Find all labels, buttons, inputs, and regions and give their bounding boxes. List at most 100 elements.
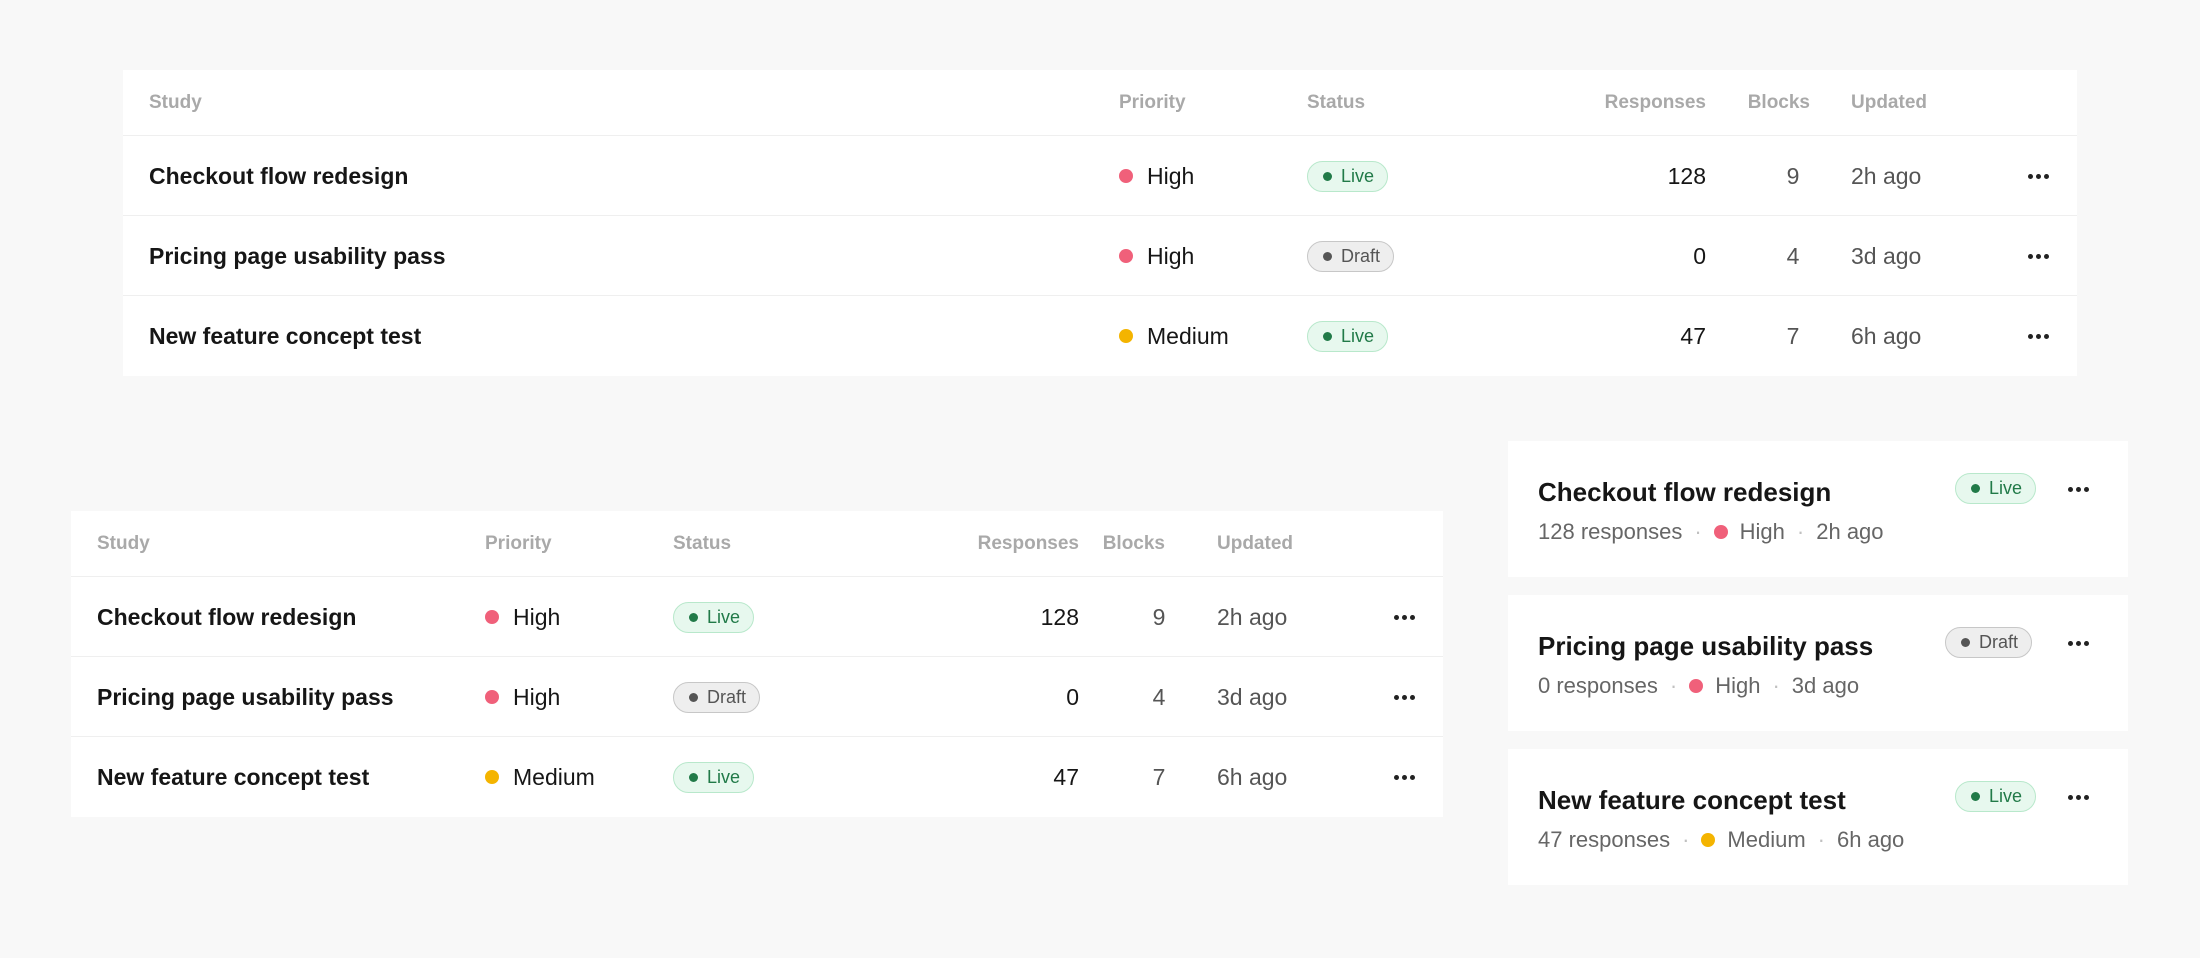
study-name[interactable]: Checkout flow redesign [149,136,408,216]
study-name[interactable]: New feature concept test [149,296,421,376]
status-badge: Live [1955,781,2037,812]
responses-count: 0 [1066,683,1079,710]
status-dot [689,612,698,622]
blocks-count: 4 [1152,683,1166,710]
more-horizontal-icon[interactable] [1388,761,1420,793]
row-menu-cell [1388,657,1420,737]
row-menu-cell [2022,216,2054,296]
priority-label: Medium [1147,322,1229,349]
row-menu-cell [2022,136,2054,216]
priority-dot [1689,679,1704,693]
table-row[interactable]: Checkout flow redesign High Live 128 9 2… [123,136,2077,216]
priority-cell: High [485,577,560,657]
updated-time: 6h ago [1851,322,1922,349]
priority-cell: Medium [1119,296,1229,376]
status-dot [689,692,698,702]
status-dot [1971,484,1980,493]
updated-time: 2h ago [1851,162,1922,189]
blocks-count: 4 [1786,242,1800,269]
table-row[interactable]: New feature concept test Medium Live 47 … [71,737,1443,817]
separator-dot: · [1682,827,1690,852]
more-horizontal-icon[interactable] [2022,240,2054,272]
blocks-count: 7 [1786,322,1800,349]
priority-dot [1119,249,1133,263]
responses-text: 47 responses [1538,827,1671,852]
updated-time: 2h ago [1816,519,1884,544]
status-dot [1323,331,1332,341]
priority-dot [1119,329,1133,343]
column-header-study[interactable]: Study [97,511,150,577]
column-header-blocks[interactable]: Blocks [1081,511,1165,577]
priority-dot [485,610,499,624]
column-header-responses[interactable]: Responses [919,511,1079,577]
priority-dot [1119,169,1133,183]
more-horizontal-icon[interactable] [2062,627,2094,659]
table-header: Study Priority Status Responses Blocks U… [123,70,2077,136]
status-cell: Live [1307,136,1389,216]
more-horizontal-icon[interactable] [2062,473,2094,505]
status-dot [1323,171,1332,181]
updated-time: 3d ago [1217,683,1288,710]
separator-dot: · [1796,519,1805,544]
column-header-study[interactable]: Study [149,70,202,136]
status-dot [689,772,698,782]
priority-label: High [513,683,561,710]
more-horizontal-icon[interactable] [2022,160,2054,192]
blocks-count: 7 [1152,763,1166,790]
more-horizontal-icon[interactable] [1388,681,1420,713]
column-header-priority[interactable]: Priority [485,511,552,577]
status-cell: Draft [1307,216,1395,296]
study-name[interactable]: Pricing page usability pass [149,216,446,296]
responses-count: 128 [1667,162,1706,189]
status-label: Draft [1341,245,1381,266]
priority-label: High [513,603,561,630]
status-badge: Live [1955,473,2037,504]
column-header-status[interactable]: Status [1307,70,1365,136]
row-menu-cell [2022,296,2054,376]
column-header-priority[interactable]: Priority [1119,70,1186,136]
study-name[interactable]: Pricing page usability pass [1538,631,1873,662]
column-header-updated[interactable]: Updated [1217,511,1293,577]
more-horizontal-icon[interactable] [2062,781,2094,813]
priority-cell: High [485,657,560,737]
status-label: Draft [707,686,747,707]
priority-cell: High [1119,216,1194,296]
card-meta: 47 responses · Medium · 6h ago [1538,827,1904,853]
table-row[interactable]: Checkout flow redesign High Live 128 9 2… [71,577,1443,657]
column-header-blocks[interactable]: Blocks [1726,70,1810,136]
study-card[interactable]: Pricing page usability pass Draft 0 resp… [1508,595,2128,731]
study-name[interactable]: Checkout flow redesign [1538,477,1831,508]
column-header-status[interactable]: Status [673,511,731,577]
column-header-responses[interactable]: Responses [1546,70,1706,136]
responses-count: 0 [1693,242,1706,269]
study-name[interactable]: Checkout flow redesign [97,577,356,657]
status-dot [1323,251,1332,261]
priority-label: High [1147,162,1195,189]
responses-text: 128 responses [1538,519,1683,544]
table-row[interactable]: Pricing page usability pass High Draft 0… [123,216,2077,296]
study-name[interactable]: New feature concept test [1538,785,1846,816]
study-name[interactable]: New feature concept test [97,737,369,817]
table-row[interactable]: New feature concept test Medium Live 47 … [123,296,2077,376]
status-cell: Draft [673,657,761,737]
column-header-updated[interactable]: Updated [1851,70,1927,136]
responses-count: 47 [1053,763,1079,790]
studies-table-medium: Study Priority Status Responses Blocks U… [71,511,1443,817]
study-card[interactable]: New feature concept test Live 47 respons… [1508,749,2128,885]
table-row[interactable]: Pricing page usability pass High Draft 0… [71,657,1443,737]
more-horizontal-icon[interactable] [1388,601,1420,633]
priority-dot [485,690,499,704]
study-card[interactable]: Checkout flow redesign Live 128 response… [1508,441,2128,577]
study-name[interactable]: Pricing page usability pass [97,657,394,737]
status-label: Live [1341,165,1375,186]
priority-dot [485,770,499,784]
priority-label: High [1715,673,1761,698]
updated-time: 2h ago [1217,603,1288,630]
more-horizontal-icon[interactable] [2022,320,2054,352]
separator-dot: · [1817,827,1825,852]
separator-dot: · [1669,673,1678,698]
status-label: Live [1341,325,1375,346]
status-cell: Live [673,737,755,817]
status-cell: Live [673,577,755,657]
status-badge: Draft [673,681,761,713]
